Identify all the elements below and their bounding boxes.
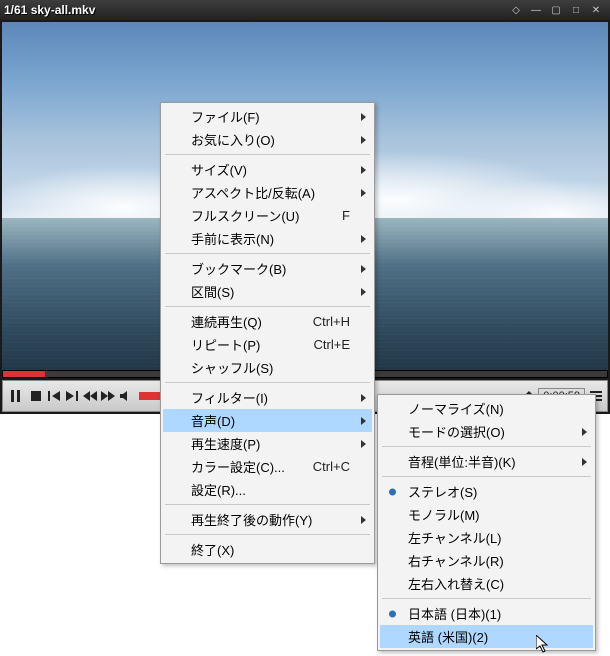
menu-bookmark[interactable]: ブックマーク(B) [163,257,372,280]
menu-repeat-play[interactable]: 連続再生(Q)Ctrl+H [163,310,372,333]
chevron-right-icon [361,166,366,174]
chevron-right-icon [582,428,587,436]
menu-aspect[interactable]: アスペクト比/反転(A) [163,181,372,204]
chevron-right-icon [361,136,366,144]
menu-shuffle[interactable]: シャッフル(S) [163,356,372,379]
chevron-right-icon [361,440,366,448]
volume-level [139,392,161,400]
submenu-mono[interactable]: モノラル(M) [380,503,593,526]
audio-submenu: ノーマライズ(N) モードの選択(O) 音程(単位:半音)(K) ステレオ(S)… [377,394,596,651]
menu-separator [165,154,370,155]
chevron-right-icon [582,458,587,466]
restore-icon[interactable]: ▢ [546,3,566,17]
menu-separator [382,446,591,447]
menu-settings[interactable]: 設定(R)... [163,478,372,501]
maximize-icon[interactable]: □ [566,3,586,17]
pause-button[interactable] [5,384,27,408]
menu-color[interactable]: カラー設定(C)...Ctrl+C [163,455,372,478]
menu-exit[interactable]: 終了(X) [163,538,372,561]
menu-speed[interactable]: 再生速度(P) [163,432,372,455]
menu-separator [165,534,370,535]
menu-ontop[interactable]: 手前に表示(N) [163,227,372,250]
title-bar: 1/61 sky-all.mkv ◇ — ▢ □ ✕ [0,0,610,20]
chevron-right-icon [361,113,366,121]
context-menu: ファイル(F) お気に入り(O) サイズ(V) アスペクト比/反転(A) フルス… [160,102,375,564]
menu-separator [165,504,370,505]
chevron-right-icon [361,288,366,296]
submenu-left-channel[interactable]: 左チャンネル(L) [380,526,593,549]
submenu-lang-english[interactable]: 英語 (米国)(2) [380,625,593,648]
window-title: 1/61 sky-all.mkv [4,3,506,17]
chevron-right-icon [361,394,366,402]
window-controls: ◇ — ▢ □ ✕ [506,3,606,17]
menu-after-play[interactable]: 再生終了後の動作(Y) [163,508,372,531]
menu-fullscreen[interactable]: フルスクリーン(U)F [163,204,372,227]
menu-separator [165,382,370,383]
rewind-button[interactable] [81,384,99,408]
chevron-right-icon [361,235,366,243]
submenu-right-channel[interactable]: 右チャンネル(R) [380,549,593,572]
minimize-icon[interactable]: — [526,3,546,17]
menu-separator [382,598,591,599]
submenu-mode[interactable]: モードの選択(O) [380,420,593,443]
menu-size[interactable]: サイズ(V) [163,158,372,181]
menu-section[interactable]: 区間(S) [163,280,372,303]
submenu-normalize[interactable]: ノーマライズ(N) [380,397,593,420]
menu-separator [165,306,370,307]
pin-icon[interactable]: ◇ [506,3,526,17]
chevron-right-icon [361,516,366,524]
menu-filter[interactable]: フィルター(I) [163,386,372,409]
menu-repeat[interactable]: リピート(P)Ctrl+E [163,333,372,356]
chevron-right-icon [361,189,366,197]
seek-progress [3,371,45,377]
submenu-swap-channels[interactable]: 左右入れ替え(C) [380,572,593,595]
radio-checked-icon [389,610,396,617]
submenu-lang-japanese[interactable]: 日本語 (日本)(1) [380,602,593,625]
stop-button[interactable] [27,384,45,408]
menu-audio[interactable]: 音声(D) [163,409,372,432]
menu-separator [165,253,370,254]
menu-file[interactable]: ファイル(F) [163,105,372,128]
prev-button[interactable] [45,384,63,408]
radio-checked-icon [389,488,396,495]
chevron-right-icon [361,265,366,273]
close-icon[interactable]: ✕ [586,3,606,17]
next-button[interactable] [63,384,81,408]
menu-favorites[interactable]: お気に入り(O) [163,128,372,151]
chevron-right-icon [361,417,366,425]
speaker-icon[interactable] [117,384,135,408]
submenu-stereo[interactable]: ステレオ(S) [380,480,593,503]
submenu-pitch[interactable]: 音程(単位:半音)(K) [380,450,593,473]
menu-separator [382,476,591,477]
forward-button[interactable] [99,384,117,408]
